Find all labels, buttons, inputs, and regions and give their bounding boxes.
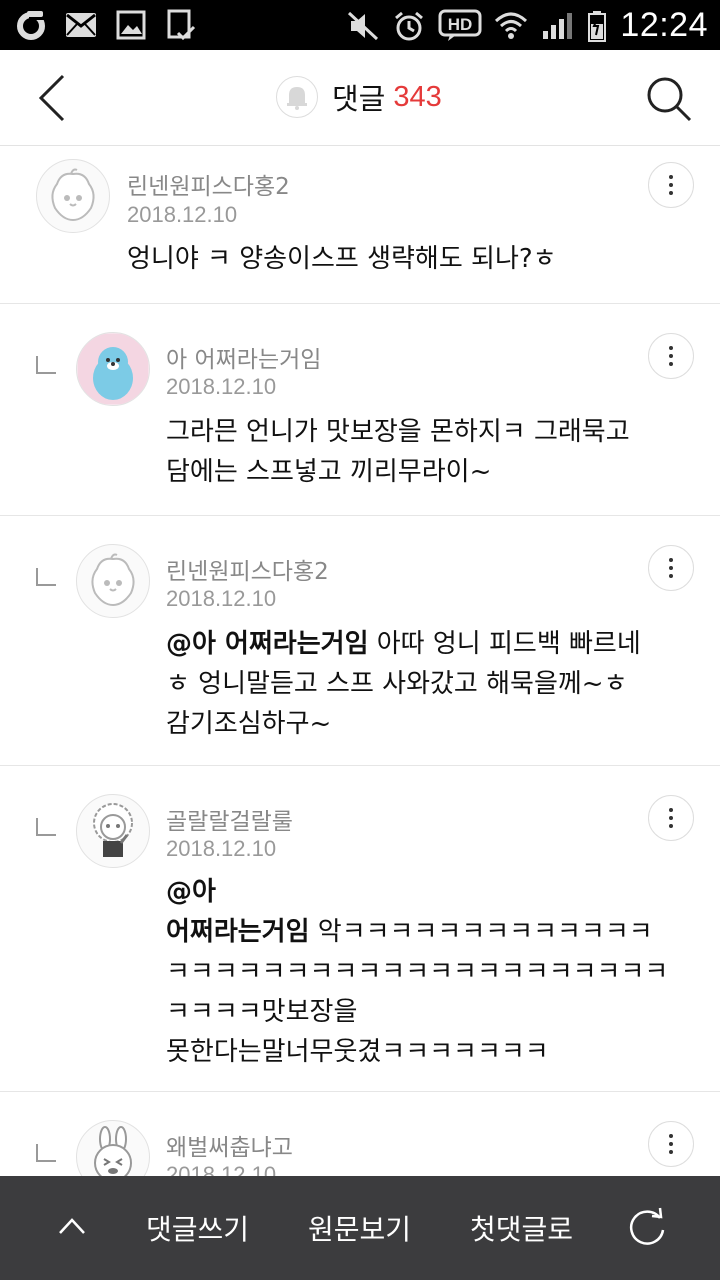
reply-item: 골랄랄걸랄룰 2018.12.10 @아 어쩌라는거임 악ㅋㅋㅋㅋㅋㅋㅋㅋㅋㅋㅋ… xyxy=(0,766,720,1092)
hd-voice-icon: HD xyxy=(438,9,482,43)
comment-count: 343 xyxy=(393,80,442,113)
search-button[interactable] xyxy=(642,72,696,126)
comment-author[interactable]: 린넨원피스다홍2 xyxy=(166,552,329,586)
more-options-button[interactable] xyxy=(648,333,694,379)
peach-character-avatar[interactable] xyxy=(76,544,150,618)
comment-text: @아 어쩌라는거임 아따 엉니 피드백 빠르네 ㅎ 엉니말듣고 스프 사와갔고 … xyxy=(166,624,666,744)
more-vertical-icon xyxy=(669,175,673,195)
comment-date: 2018.12.10 xyxy=(166,836,277,861)
first-comment-button[interactable]: 첫댓글로 xyxy=(470,1208,573,1248)
reply-indicator-icon xyxy=(36,818,56,836)
comment-text: 엉니야 ㅋ 양송이스프 생략해도 되나?ㅎ xyxy=(127,239,667,279)
comment-date: 2018.12.10 xyxy=(166,586,277,611)
more-vertical-icon xyxy=(669,808,673,828)
refresh-icon xyxy=(629,1207,665,1245)
alarm-icon xyxy=(392,9,426,43)
chevron-left-icon xyxy=(38,74,65,122)
more-options-button[interactable] xyxy=(648,795,694,841)
image-icon xyxy=(114,8,148,42)
reply-item: 왜벌써춥냐고 2018.12.10 xyxy=(0,1092,720,1176)
mention-link[interactable]: @아 어쩌라는거임 xyxy=(166,877,310,947)
comment-author[interactable]: 아 어쩌라는거임 xyxy=(166,340,321,374)
header-title-group: 댓글 343 xyxy=(276,76,442,118)
more-vertical-icon xyxy=(669,558,673,578)
bottom-action-bar: 댓글쓰기 원문보기 첫댓글로 xyxy=(0,1176,720,1280)
reply-item: 린넨원피스다홍2 2018.12.10 @아 어쩌라는거임 아따 엉니 피드백 … xyxy=(0,516,720,766)
battery-icon xyxy=(586,9,608,43)
wifi-icon xyxy=(494,9,528,43)
status-bar: HD 12:24 xyxy=(0,0,720,50)
clipboard-check-icon xyxy=(164,8,198,42)
comments-header: 댓글 343 xyxy=(0,50,720,146)
comment-date: 2018.12.10 xyxy=(166,1162,277,1176)
reply-indicator-icon xyxy=(36,1144,56,1162)
comment-body: 그라믄 언니가 맛보장을 몬하지ㅋ 그래묵고 담에는 스프넣고 끼리무라이~ xyxy=(166,417,630,487)
search-icon xyxy=(647,77,692,122)
more-options-button[interactable] xyxy=(648,545,694,591)
more-options-button[interactable] xyxy=(648,162,694,208)
page-title: 댓글 xyxy=(332,82,386,116)
more-options-button[interactable] xyxy=(648,1121,694,1167)
comment-date: 2018.12.10 xyxy=(127,202,238,227)
peach-character-avatar[interactable] xyxy=(36,159,110,233)
notification-bell-button[interactable] xyxy=(276,76,318,118)
comment-author[interactable]: 린넨원피스다홍2 xyxy=(127,167,290,201)
view-original-button[interactable]: 원문보기 xyxy=(308,1208,411,1248)
comment-text: 그라믄 언니가 맛보장을 몬하지ㅋ 그래묵고 담에는 스프넣고 끼리무라이~ xyxy=(166,412,686,492)
status-time: 12:24 xyxy=(620,6,708,44)
more-vertical-icon xyxy=(669,1134,673,1154)
blue-seal-avatar[interactable] xyxy=(76,332,150,406)
back-button[interactable] xyxy=(24,70,80,126)
comment-text: @아 어쩌라는거임 악ㅋㅋㅋㅋㅋㅋㅋㅋㅋㅋㅋㅋㅋ ㅋㅋㅋㅋㅋㅋㅋㅋㅋㅋㅋㅋㅋㅋㅋ… xyxy=(166,872,686,1072)
mail-icon xyxy=(64,8,98,42)
more-vertical-icon xyxy=(669,346,673,366)
write-comment-button[interactable]: 댓글쓰기 xyxy=(146,1208,249,1248)
refresh-button[interactable] xyxy=(624,1204,670,1250)
reply-indicator-icon xyxy=(36,568,56,586)
hd-label: HD xyxy=(448,15,473,34)
comment-author[interactable]: 골랄랄걸랄룰 xyxy=(166,802,293,836)
frodo-character-avatar[interactable] xyxy=(76,794,150,868)
comment-date: 2018.12.10 xyxy=(166,374,277,399)
comment-list[interactable]: 린넨원피스다홍2 2018.12.10 엉니야 ㅋ 양송이스프 생략해도 되나?… xyxy=(0,147,720,1176)
reply-item: 아 어쩌라는거임 2018.12.10 그라믄 언니가 맛보장을 몬하지ㅋ 그래묵고… xyxy=(0,304,720,516)
g-app-icon xyxy=(14,8,48,42)
reply-indicator-icon xyxy=(36,356,56,374)
mute-icon xyxy=(346,9,380,43)
chevron-up-icon xyxy=(59,1218,85,1234)
bell-icon xyxy=(287,87,307,110)
mention-link[interactable]: @아 어쩌라는거임 xyxy=(166,629,369,659)
comment-body: 엉니야 ㅋ 양송이스프 생략해도 되나?ㅎ xyxy=(127,244,557,274)
comment-item: 린넨원피스다홍2 2018.12.10 엉니야 ㅋ 양송이스프 생략해도 되나?… xyxy=(0,147,720,304)
signal-icon xyxy=(540,9,574,43)
scroll-top-button[interactable] xyxy=(52,1206,92,1246)
comment-author[interactable]: 왜벌써춥냐고 xyxy=(166,1128,293,1162)
rabbit-character-avatar[interactable] xyxy=(76,1120,150,1176)
